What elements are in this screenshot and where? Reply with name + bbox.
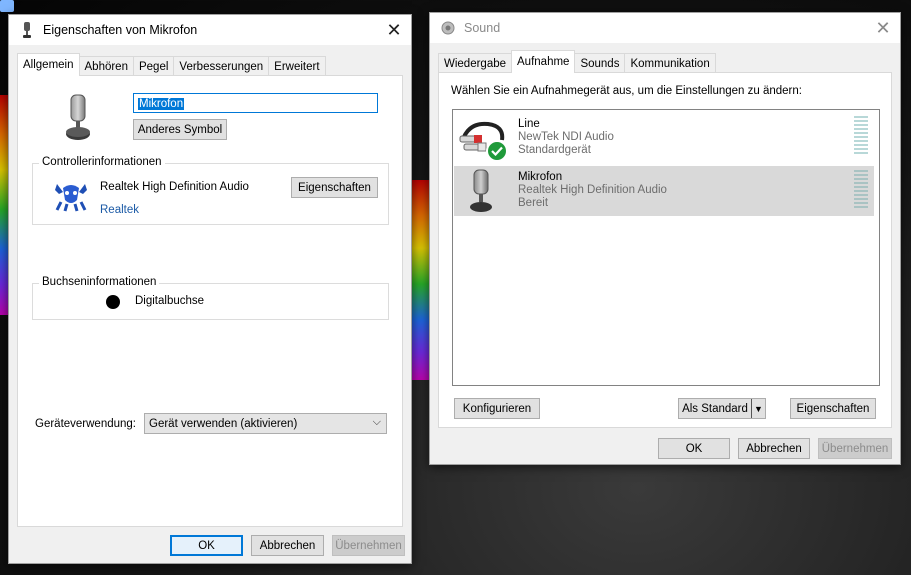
device-name-text: Mikrofon <box>138 98 185 110</box>
tab-strip: Allgemein Abhören Pegel Verbesserungen E… <box>17 53 326 76</box>
microphone-icon <box>466 168 496 214</box>
device-name: Mikrofon <box>518 171 563 183</box>
device-item-line[interactable]: Line NewTek NDI Audio Standardgerät <box>454 114 874 164</box>
usage-label: Geräteverwendung: <box>35 418 137 430</box>
recording-panel: Wählen Sie ein Aufnahmegerät aus, um die… <box>438 72 892 428</box>
realtek-logo-icon <box>53 180 89 212</box>
tab-strip: Wiedergabe Aufnahme Sounds Kommunikation <box>438 50 716 73</box>
device-item-mikrofon[interactable]: Mikrofon Realtek High Definition Audio B… <box>454 166 874 216</box>
sound-window: Sound ✕ Wiedergabe Aufnahme Sounds Kommu… <box>429 12 901 465</box>
device-description: NewTek NDI Audio <box>518 131 614 143</box>
controller-groupbox: Controllerinformationen Realtek High Def… <box>32 156 389 225</box>
tab-allgemein[interactable]: Allgemein <box>17 53 80 76</box>
close-icon[interactable]: ✕ <box>870 15 896 41</box>
controller-properties-button[interactable]: Eigenschaften <box>291 177 378 198</box>
instruction-text: Wählen Sie ein Aufnahmegerät aus, um die… <box>451 85 802 97</box>
apply-button[interactable]: Übernehmen <box>332 535 405 556</box>
cancel-button[interactable]: Abbrechen <box>738 438 810 459</box>
controller-vendor-link[interactable]: Realtek <box>100 204 139 216</box>
usage-dropdown[interactable]: Gerät verwenden (aktivieren) ⌵ <box>144 413 387 434</box>
desktop-shortcut-icon[interactable] <box>0 0 14 12</box>
tab-sounds[interactable]: Sounds <box>574 53 626 73</box>
tab-erweitert[interactable]: Erweitert <box>268 56 326 76</box>
ok-button[interactable]: OK <box>170 535 243 556</box>
general-panel: Mikrofon Anderes Symbol Controllerinform… <box>17 75 403 527</box>
device-status: Standardgerät <box>518 144 591 156</box>
sound-titlebar[interactable]: Sound ✕ <box>430 13 900 43</box>
set-default-splitbutton[interactable]: Als Standard ▼ <box>678 398 766 419</box>
device-name-input[interactable]: Mikrofon <box>133 93 378 113</box>
apply-button[interactable]: Übernehmen <box>818 438 892 459</box>
jack-groupbox: Buchseninformationen Digitalbuchse <box>32 276 389 320</box>
device-description: Realtek High Definition Audio <box>518 184 667 196</box>
jack-group-title: Buchseninformationen <box>39 276 160 288</box>
controller-group-title: Controllerinformationen <box>39 156 165 168</box>
properties-titlebar[interactable]: Eigenschaften von Mikrofon ✕ <box>9 15 411 45</box>
usage-dropdown-value: Gerät verwenden (aktivieren) <box>149 417 298 430</box>
chevron-down-icon: ⌵ <box>372 416 381 428</box>
level-meter <box>854 170 868 210</box>
device-status: Bereit <box>518 197 549 209</box>
microphone-icon <box>62 94 94 142</box>
tab-abhoeren[interactable]: Abhören <box>78 56 134 76</box>
jack-color-icon <box>106 295 120 309</box>
dropdown-arrow-icon[interactable]: ▼ <box>752 399 765 418</box>
device-list[interactable]: Line NewTek NDI Audio Standardgerät Mikr… <box>452 109 880 386</box>
close-icon[interactable]: ✕ <box>381 17 407 43</box>
tab-verbesserungen[interactable]: Verbesserungen <box>173 56 270 76</box>
default-check-icon <box>486 140 508 162</box>
tab-kommunikation[interactable]: Kommunikation <box>624 53 716 73</box>
ok-button[interactable]: OK <box>658 438 730 459</box>
tab-pegel[interactable]: Pegel <box>132 56 175 76</box>
jack-name: Digitalbuchse <box>135 295 205 307</box>
microphone-icon <box>19 22 35 38</box>
configure-button[interactable]: Konfigurieren <box>454 398 540 419</box>
speaker-icon <box>440 20 456 36</box>
properties-window: Eigenschaften von Mikrofon ✕ Allgemein A… <box>8 14 412 564</box>
window-title: Sound <box>464 21 501 35</box>
tab-wiedergabe[interactable]: Wiedergabe <box>438 53 513 73</box>
tab-aufnahme[interactable]: Aufnahme <box>511 50 576 73</box>
properties-button[interactable]: Eigenschaften <box>790 398 876 419</box>
change-icon-button[interactable]: Anderes Symbol <box>133 119 227 140</box>
window-title: Eigenschaften von Mikrofon <box>43 23 198 37</box>
cancel-button[interactable]: Abbrechen <box>251 535 324 556</box>
controller-name: Realtek High Definition Audio <box>100 181 249 193</box>
level-meter <box>854 116 868 156</box>
device-name: Line <box>518 118 540 130</box>
set-default-label: Als Standard <box>679 399 752 418</box>
